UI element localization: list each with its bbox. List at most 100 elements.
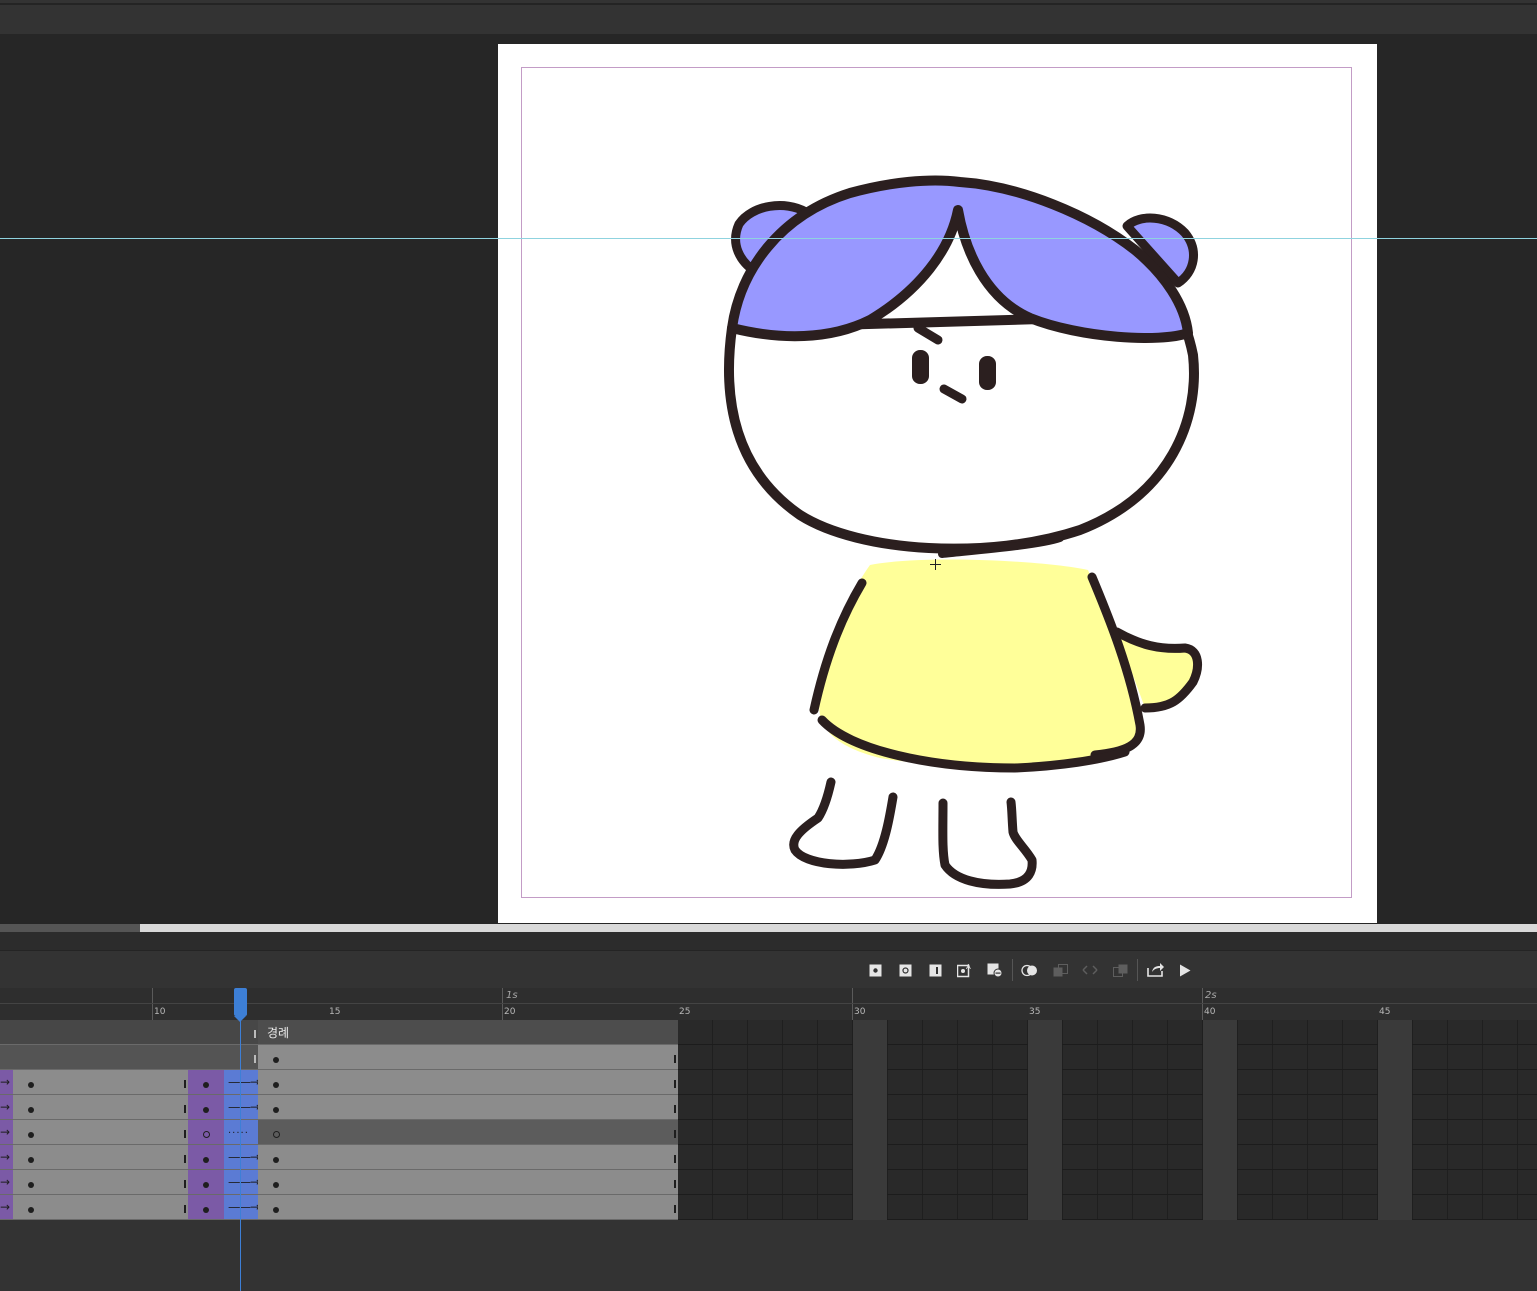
keyframe-marker[interactable]: [28, 1107, 34, 1113]
face: [723, 310, 1199, 554]
timeline-row[interactable]: → ——→: [0, 1170, 1537, 1195]
keyframe-span[interactable]: [258, 1095, 678, 1120]
frame-column-highlight: [1378, 1020, 1412, 1045]
playhead-handle[interactable]: [234, 988, 247, 1022]
timeline-row[interactable]: [0, 1045, 1537, 1070]
empty-frames[interactable]: [678, 1020, 1537, 1045]
frame-span[interactable]: [0, 1045, 258, 1070]
frame-column-highlight: [853, 1095, 887, 1120]
top-menu-bar: [0, 0, 1537, 34]
registration-point-icon: [930, 559, 942, 571]
keyframe-span[interactable]: [13, 1195, 188, 1220]
frame-end-marker: [184, 1205, 186, 1213]
tween-arrow: →: [0, 1200, 10, 1214]
keyframe-span[interactable]: [13, 1070, 188, 1095]
insert-blank-keyframe-icon[interactable]: [890, 958, 920, 982]
horizontal-guide-line[interactable]: [0, 238, 1537, 239]
frame-column-highlight: [1378, 1095, 1412, 1120]
keyframe-marker[interactable]: [273, 1157, 279, 1163]
keyframe-marker[interactable]: [28, 1157, 34, 1163]
second-marker: 2s: [1205, 990, 1217, 1001]
keyframe-marker[interactable]: [203, 1182, 209, 1188]
keyframe-marker[interactable]: [273, 1057, 279, 1063]
frame-number: 15: [329, 1007, 341, 1017]
keyframe-marker[interactable]: [203, 1107, 209, 1113]
frame-end-marker: [254, 1030, 256, 1038]
frame-column-highlight: [1378, 1070, 1412, 1095]
keyframe-marker[interactable]: [273, 1082, 279, 1088]
onion-skin-icon[interactable]: [1015, 958, 1045, 982]
tween-arrow: →: [0, 1075, 10, 1089]
right-eye: [979, 356, 996, 390]
scrollbar-thumb[interactable]: [0, 924, 140, 932]
keyframe-span[interactable]: [13, 1145, 188, 1170]
frame-column-highlight: [853, 1120, 887, 1145]
timeline-row[interactable]: → .....: [0, 1120, 1537, 1145]
keyframe-span[interactable]: [258, 1195, 678, 1220]
empty-frames[interactable]: [678, 1095, 1537, 1120]
keyframe-marker[interactable]: [28, 1132, 34, 1138]
frame-column-highlight: [1378, 1195, 1412, 1220]
keyframe-span[interactable]: [258, 1145, 678, 1170]
keyframe-span[interactable]: [258, 1170, 678, 1195]
keyframe-marker[interactable]: [203, 1157, 209, 1163]
timeline-row[interactable]: → ——→: [0, 1195, 1537, 1220]
frame-column-highlight: [1028, 1195, 1062, 1220]
blank-keyframe-marker[interactable]: [203, 1131, 210, 1138]
frame-column-highlight: [853, 1020, 887, 1045]
timeline-row[interactable]: → ——→: [0, 1145, 1537, 1170]
frame-column-highlight: [853, 1195, 887, 1220]
character-drawing[interactable]: [498, 44, 1377, 923]
remove-frame-icon[interactable]: [980, 958, 1010, 982]
tween-arrow: →: [0, 1100, 10, 1114]
keyframe-marker[interactable]: [203, 1207, 209, 1213]
blank-keyframe-marker[interactable]: [273, 1131, 280, 1138]
keyframe-marker[interactable]: [28, 1207, 34, 1213]
frame-span[interactable]: [0, 1020, 258, 1045]
empty-frames[interactable]: [678, 1145, 1537, 1170]
keyframe-span[interactable]: [258, 1070, 678, 1095]
timeline-row[interactable]: → ——→: [0, 1070, 1537, 1095]
insert-frame-icon[interactable]: [920, 958, 950, 982]
keyframe-marker[interactable]: [273, 1107, 279, 1113]
keyframe-marker[interactable]: [273, 1182, 279, 1188]
frame-column-highlight: [1203, 1045, 1237, 1070]
keyframe-marker[interactable]: [28, 1082, 34, 1088]
insert-keyframe-icon[interactable]: [860, 958, 890, 982]
empty-frames[interactable]: [678, 1120, 1537, 1145]
keyframe-span[interactable]: [13, 1120, 188, 1145]
keyframe-span[interactable]: [258, 1045, 678, 1070]
tween-arrow: →: [0, 1125, 10, 1139]
empty-frames[interactable]: [678, 1195, 1537, 1220]
frame-column-highlight: [1028, 1095, 1062, 1120]
keyframe-marker[interactable]: [203, 1082, 209, 1088]
blank-keyframe-span[interactable]: [258, 1120, 678, 1145]
keyframe-marker[interactable]: [273, 1207, 279, 1213]
keyframe-span[interactable]: [13, 1095, 188, 1120]
stage-horizontal-scrollbar[interactable]: [0, 924, 1537, 932]
export-icon[interactable]: [1140, 958, 1170, 982]
keyframe-span[interactable]: [13, 1170, 188, 1195]
ruler-divider: [0, 1003, 1537, 1004]
auto-keyframe-icon[interactable]: A: [950, 958, 980, 982]
frame-column-highlight: [1203, 1145, 1237, 1170]
timeline-row[interactable]: 경례: [0, 1020, 1537, 1045]
frame-end-marker: [184, 1105, 186, 1113]
play-icon[interactable]: [1170, 958, 1200, 982]
frame-column-highlight: [1028, 1145, 1062, 1170]
frame-span[interactable]: [258, 1020, 678, 1045]
empty-frames[interactable]: [678, 1045, 1537, 1070]
frame-end-marker: [674, 1080, 676, 1088]
timeline-layers: 경례 → ——→ → ——→ → ..... → ——→ → ——→ → ——→: [0, 1020, 1537, 1220]
keyframe-marker[interactable]: [28, 1182, 34, 1188]
frame-column-highlight: [1203, 1070, 1237, 1095]
empty-frames[interactable]: [678, 1070, 1537, 1095]
frame-ruler[interactable]: 1s 2s 10 15 20 25 30 35 40 45: [0, 988, 1537, 1020]
empty-frames[interactable]: [678, 1170, 1537, 1195]
timeline-row[interactable]: → ——→: [0, 1095, 1537, 1120]
tween-arrow: ——→: [228, 1150, 260, 1164]
loop-icon: [1105, 958, 1135, 982]
frame-column-highlight: [1203, 1095, 1237, 1120]
frame-end-marker: [674, 1105, 676, 1113]
frame-column-highlight: [1203, 1195, 1237, 1220]
